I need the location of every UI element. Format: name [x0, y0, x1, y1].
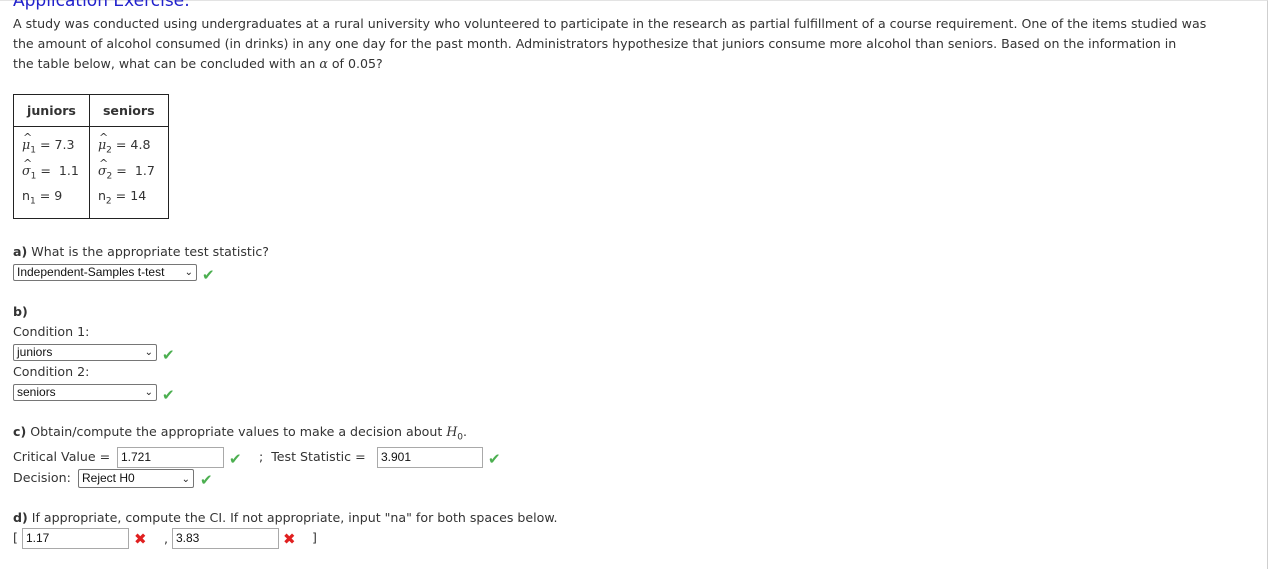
n-symbol: n: [97, 188, 106, 204]
sd-value: = 1.1: [40, 162, 79, 178]
condition-1-value: juniors: [17, 345, 53, 359]
decision-label: Decision:: [13, 470, 71, 485]
incorrect-x-icon: ✖: [283, 530, 296, 548]
mean-value: = 4.8: [115, 137, 151, 152]
chevron-down-icon: ⌄: [181, 474, 190, 485]
n-sub: 2: [105, 196, 112, 207]
part-d-label: d): [13, 510, 28, 525]
sd-value: = 1.7: [116, 162, 155, 178]
seniors-stats: μ2 = 4.8 σ2 = 1.7 n2 = 14: [88, 126, 169, 219]
condition-1-select[interactable]: juniors ⌄: [13, 344, 157, 361]
n-sub: 1: [29, 196, 36, 207]
test-statistic-label: ; Test Statistic =: [259, 449, 370, 464]
juniors-n: n1 = 9: [22, 186, 81, 212]
intro-line-3-end: of 0.05?: [327, 56, 383, 71]
seniors-sd: σ2 = 1.7: [98, 161, 160, 187]
stats-header-row: juniors seniors: [13, 94, 169, 127]
sigma-hat-symbol: σ: [22, 163, 31, 178]
critical-value-input[interactable]: 1.721: [117, 447, 224, 468]
condition-1-label: Condition 1:: [13, 324, 90, 339]
critical-value-label: Critical Value =: [13, 449, 111, 464]
header-juniors: juniors: [13, 94, 90, 127]
part-c-end: .: [463, 424, 468, 439]
incorrect-x-icon: ✖: [134, 530, 147, 548]
ci-lower-input[interactable]: 1.17: [22, 528, 129, 549]
correct-check-icon: ✔: [162, 386, 175, 404]
intro-line-3-text: the table below, what can be concluded w…: [13, 56, 320, 71]
header-seniors: seniors: [88, 94, 169, 127]
chevron-down-icon: ⌄: [144, 347, 153, 358]
n-value: = 9: [39, 188, 63, 204]
decision-select[interactable]: Reject H0 ⌄: [78, 469, 194, 488]
condition-2-label: Condition 2:: [13, 364, 90, 379]
n-symbol: n: [22, 188, 30, 204]
intro-line-3: the table below, what can be concluded w…: [13, 54, 1263, 74]
condition-2-select[interactable]: seniors ⌄: [13, 384, 157, 401]
n-value: = 14: [115, 188, 147, 204]
part-d-text: If appropriate, compute the CI. If not a…: [27, 510, 558, 525]
comma-separator: ,: [164, 531, 169, 546]
part-a-label: a): [13, 244, 28, 259]
mu-hat-symbol: μ: [22, 137, 30, 152]
part-a-question: a) What is the appropriate test statisti…: [13, 244, 269, 259]
open-bracket: [: [13, 530, 18, 545]
test-statistic-input[interactable]: 3.901: [377, 447, 483, 468]
chevron-down-icon: ⌄: [144, 387, 153, 398]
part-c-label: c): [13, 424, 27, 439]
part-a-text: What is the appropriate test statistic?: [27, 244, 269, 259]
correct-check-icon: ✔: [229, 450, 242, 468]
h0-symbol: H: [446, 424, 458, 439]
alpha-symbol: α: [319, 56, 328, 71]
exercise-title: Application Exercise:: [13, 0, 190, 11]
ci-upper-input[interactable]: 3.83: [172, 528, 279, 549]
juniors-stats: μ1 = 7.3 σ1 = 1.1 n1 = 9: [13, 126, 90, 219]
juniors-sd: σ1 = 1.1: [22, 161, 81, 187]
part-c-question: c) Obtain/compute the appropriate values…: [13, 424, 467, 443]
part-c-text: Obtain/compute the appropriate values to…: [26, 424, 447, 439]
intro-line-1: A study was conducted using undergraduat…: [13, 16, 1207, 31]
test-statistic-value: Independent-Samples t-test: [17, 265, 165, 279]
correct-check-icon: ✔: [488, 450, 501, 468]
sigma-hat-symbol: σ: [98, 163, 107, 178]
sigma-sub: 1: [30, 171, 37, 182]
correct-check-icon: ✔: [200, 471, 213, 489]
test-statistic-select[interactable]: Independent-Samples t-test ⌄: [13, 264, 197, 281]
problem-statement: A study was conducted using undergraduat…: [13, 14, 1263, 74]
stats-data-row: μ1 = 7.3 σ1 = 1.1 n1 = 9 μ2 = 4.8 σ2 = 1…: [13, 126, 169, 219]
sigma-sub: 2: [106, 171, 113, 182]
part-b-label: b): [13, 304, 28, 319]
seniors-n: n2 = 14: [98, 186, 160, 212]
part-b-label-text: b): [13, 304, 28, 319]
condition-2-value: seniors: [17, 385, 56, 399]
mean-value: = 7.3: [39, 137, 75, 152]
chevron-down-icon: ⌄: [184, 267, 193, 278]
close-bracket: ]: [312, 530, 317, 545]
correct-check-icon: ✔: [202, 266, 215, 284]
part-d-question: d) If appropriate, compute the CI. If no…: [13, 510, 557, 525]
intro-line-2: the amount of alcohol consumed (in drink…: [13, 36, 1177, 51]
decision-value: Reject H0: [82, 471, 135, 485]
stats-table: juniors seniors μ1 = 7.3 σ1 = 1.1 n1 = 9…: [13, 94, 169, 219]
correct-check-icon: ✔: [162, 346, 175, 364]
mu-hat-symbol: μ: [98, 137, 106, 152]
